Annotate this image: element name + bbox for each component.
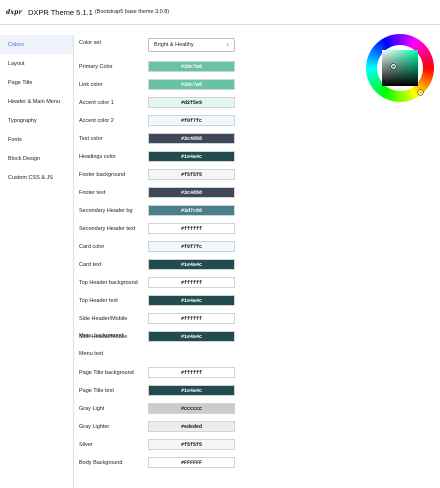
color-label-top-header-text: Top Header text: [79, 298, 118, 304]
sidebar-item-layout[interactable]: Layout: [0, 54, 73, 73]
color-label-footer-background: Footer background: [79, 172, 126, 178]
color-label-side-header-mobile: Side Header/Mobile: [79, 316, 128, 322]
color-input-secondary-header-text[interactable]: #ffffff: [148, 223, 235, 234]
sidebar-item-header-main-menu[interactable]: Header & Main Menu: [0, 92, 73, 111]
color-input-side-header-mobile[interactable]: #1e4a4c: [148, 331, 235, 342]
color-input-link-color[interactable]: #30c7a6: [148, 79, 235, 90]
color-input-footer-background[interactable]: #f5f5f5: [148, 169, 235, 180]
color-label-text-color: Text color: [79, 136, 103, 142]
color-label-gray-light: Gray Light: [79, 406, 105, 412]
color-set-value: Bright & Healthy: [154, 42, 194, 48]
color-label-accent-color-1: Accent color 1: [79, 100, 114, 106]
sidebar-item-page-title[interactable]: Page Title: [0, 73, 73, 92]
color-label-primary-color: Primary Color: [79, 64, 113, 70]
color-label-silver: Silver: [79, 442, 93, 448]
saturation-lightness-square[interactable]: [382, 50, 418, 86]
color-input-footer-text[interactable]: #3c4858: [148, 187, 235, 198]
color-input-side-header-mobile[interactable]: #ffffff: [148, 313, 235, 324]
color-label-side-header-mobile: Side Header/Mobile: [79, 334, 128, 340]
select-arrows-icon: ↕: [226, 42, 230, 48]
color-set-label: Color set: [79, 40, 102, 46]
color-label-headings-color: Headings color: [79, 154, 116, 160]
sidebar-item-typography[interactable]: Typography: [0, 111, 73, 130]
dxpr-logo: dxpr: [6, 8, 22, 16]
color-input-gray-lighter[interactable]: #ededed: [148, 421, 235, 432]
color-input-primary-color[interactable]: #30c7a6: [148, 61, 235, 72]
color-label-top-header-background: Top Header background: [79, 280, 138, 286]
color-label-secondary-header-text: Secondary Header text: [79, 226, 136, 232]
color-input-secondary-header-bg[interactable]: #3d7c88: [148, 205, 235, 216]
color-label-accent-color-2: Accent color 2: [79, 118, 114, 124]
color-label-card-text: Card text: [79, 262, 102, 268]
sidebar-item-fonts[interactable]: Fonts: [0, 130, 73, 149]
color-label-gray-lighter: Gray Lighter: [79, 424, 110, 430]
color-input-headings-color[interactable]: #1e4a4c: [148, 151, 235, 162]
color-label-body-background: Body Background: [79, 460, 123, 466]
hue-marker-icon[interactable]: [418, 90, 423, 95]
color-input-page-title-background[interactable]: #ffffff: [148, 367, 235, 378]
sl-marker-icon[interactable]: [391, 64, 396, 69]
color-label-link-color: Link color: [79, 82, 103, 88]
color-label-footer-text: Footer text: [79, 190, 106, 196]
color-set-select[interactable]: Bright & Healthy ↕: [148, 38, 235, 52]
color-label-page-title-text: Page Title text: [79, 388, 114, 394]
color-input-gray-light[interactable]: #cccccc: [148, 403, 235, 414]
color-label-secondary-header-bg: Secondary Header bg: [79, 208, 133, 214]
color-input-card-text[interactable]: #1e4a4c: [148, 259, 235, 270]
color-input-body-background[interactable]: #FFFFFF: [148, 457, 235, 468]
color-input-top-header-text[interactable]: #1e4a4c: [148, 295, 235, 306]
sidebar-item-custom-css-js[interactable]: Custom CSS & JS: [0, 168, 73, 187]
color-input-top-header-background[interactable]: #ffffff: [148, 277, 235, 288]
color-input-silver[interactable]: #f5f5f5: [148, 439, 235, 450]
sidebar-item-colors[interactable]: Colors: [0, 35, 73, 54]
color-input-page-title-text[interactable]: #1e4a4c: [148, 385, 235, 396]
settings-sidebar: Colors Layout Page Title Header & Main M…: [0, 35, 74, 488]
color-label-page-title-background: Page Title background: [79, 370, 134, 376]
color-label-side-header-mobile-line2: Menu text: [79, 351, 104, 357]
color-input-accent-color-2[interactable]: #f0f7fc: [148, 115, 235, 126]
color-input-text-color[interactable]: #3c4858: [148, 133, 235, 144]
color-label-card-color: Card color: [79, 244, 105, 250]
color-input-accent-color-1[interactable]: #d2f5e9: [148, 97, 235, 108]
color-input-card-color[interactable]: #f0f7fc: [148, 241, 235, 252]
sidebar-item-block-design[interactable]: Block Design: [0, 149, 73, 168]
color-picker[interactable]: [366, 34, 434, 102]
